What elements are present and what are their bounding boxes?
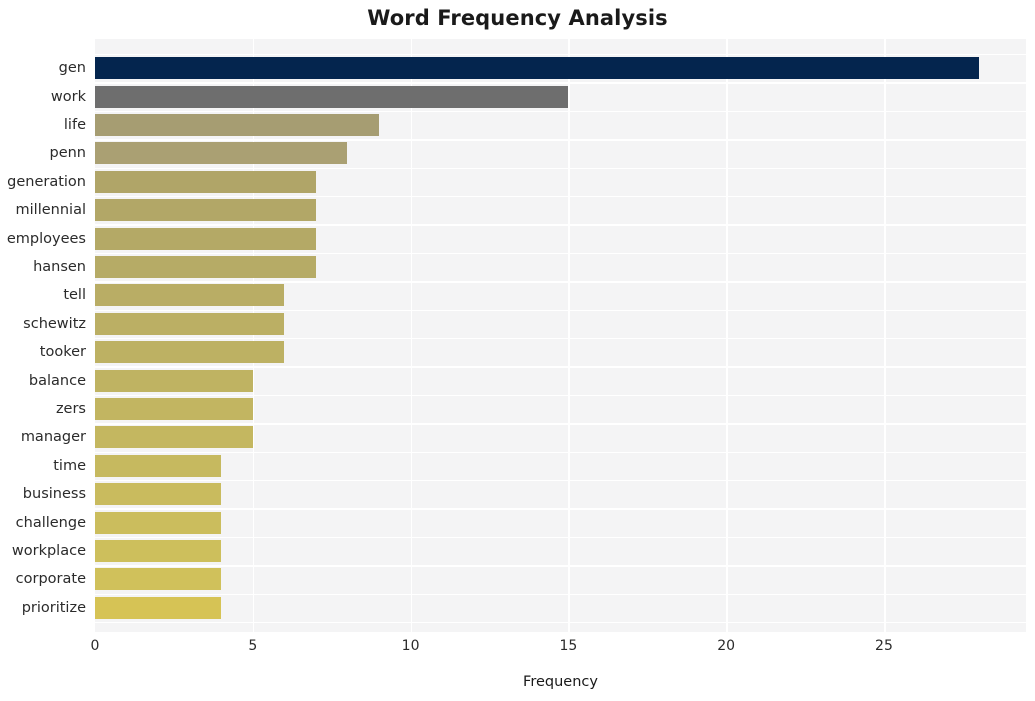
gridline-horizontal (95, 111, 1026, 112)
gridline-horizontal (95, 395, 1026, 396)
gridline-horizontal (95, 537, 1026, 538)
y-axis-tick-label: work (0, 89, 86, 105)
bar (95, 341, 284, 363)
bar-fill (95, 114, 379, 136)
bar (95, 86, 568, 108)
bar (95, 114, 379, 136)
gridline-horizontal (95, 452, 1026, 453)
y-axis-tick-label: hansen (0, 259, 86, 275)
plot-area (95, 39, 1026, 632)
y-axis-tick-label: balance (0, 373, 86, 389)
y-axis-tick-label: tooker (0, 344, 86, 360)
gridline-horizontal (95, 54, 1026, 55)
bar (95, 426, 253, 448)
bar-fill (95, 256, 316, 278)
y-axis-tick-label: manager (0, 429, 86, 445)
bar-fill (95, 313, 284, 335)
bar (95, 256, 316, 278)
bar (95, 540, 221, 562)
y-axis-tick-label: gen (0, 60, 86, 76)
y-axis-tick-label: corporate (0, 571, 86, 587)
bar-fill (95, 398, 253, 420)
bar (95, 597, 221, 619)
x-axis-tick-label: 0 (91, 638, 100, 654)
y-axis-tick-label: penn (0, 145, 86, 161)
y-axis-tick-label: business (0, 486, 86, 502)
y-axis-tick-label: challenge (0, 515, 86, 531)
gridline-horizontal (95, 423, 1026, 424)
bar (95, 398, 253, 420)
y-axis-tick-label: time (0, 458, 86, 474)
bar (95, 199, 316, 221)
y-axis-tick-label: tell (0, 287, 86, 303)
x-axis-title: Frequency (95, 674, 1026, 690)
gridline-horizontal (95, 82, 1026, 83)
bar-fill (95, 455, 221, 477)
gridline-horizontal (95, 480, 1026, 481)
gridline-horizontal (95, 196, 1026, 197)
bar-fill (95, 171, 316, 193)
x-axis-tick-label: 10 (402, 638, 420, 654)
y-axis-tick-label: employees (0, 231, 86, 247)
x-axis-tick-label: 25 (875, 638, 893, 654)
y-axis-tick-label: workplace (0, 543, 86, 559)
bar-fill (95, 483, 221, 505)
x-axis-tick-label: 5 (248, 638, 257, 654)
bar-fill (95, 568, 221, 590)
y-axis-tick-label: schewitz (0, 316, 86, 332)
bar (95, 512, 221, 534)
bar-fill (95, 142, 347, 164)
bar (95, 370, 253, 392)
bar (95, 171, 316, 193)
gridline-horizontal (95, 253, 1026, 254)
bar-fill (95, 228, 316, 250)
x-axis-tick-label: 15 (559, 638, 577, 654)
bar (95, 284, 284, 306)
bar (95, 313, 284, 335)
gridline-horizontal (95, 594, 1026, 595)
bar (95, 455, 221, 477)
y-axis-tick-label: zers (0, 401, 86, 417)
gridline-vertical (726, 39, 728, 632)
y-axis-tick-label: millennial (0, 202, 86, 218)
y-axis-tick-label: life (0, 117, 86, 133)
gridline-horizontal (95, 310, 1026, 311)
bar-fill (95, 512, 221, 534)
bar-fill (95, 341, 284, 363)
x-axis-tick-label: 20 (717, 638, 735, 654)
gridline-horizontal (95, 366, 1026, 367)
bar-fill (95, 57, 979, 79)
gridline-horizontal (95, 622, 1026, 623)
bar-fill (95, 86, 568, 108)
bar-fill (95, 597, 221, 619)
gridline-vertical (411, 39, 413, 632)
bar-fill (95, 540, 221, 562)
gridline-horizontal (95, 565, 1026, 566)
chart-title: Word Frequency Analysis (0, 6, 1035, 30)
bar (95, 483, 221, 505)
bar (95, 57, 979, 79)
y-axis-tick-label: prioritize (0, 600, 86, 616)
gridline-vertical (568, 39, 570, 632)
chart-figure: Word Frequency Analysis gen work life penn g… (0, 0, 1035, 701)
bar (95, 568, 221, 590)
bar-fill (95, 370, 253, 392)
bar-fill (95, 426, 253, 448)
gridline-horizontal (95, 224, 1026, 225)
y-axis-tick-label: generation (0, 174, 86, 190)
bar (95, 142, 347, 164)
bar (95, 228, 316, 250)
bar-fill (95, 199, 316, 221)
gridline-horizontal (95, 168, 1026, 169)
gridline-horizontal (95, 338, 1026, 339)
gridline-horizontal (95, 139, 1026, 140)
gridline-horizontal (95, 508, 1026, 509)
gridline-horizontal (95, 281, 1026, 282)
bar-fill (95, 284, 284, 306)
gridline-vertical (884, 39, 886, 632)
